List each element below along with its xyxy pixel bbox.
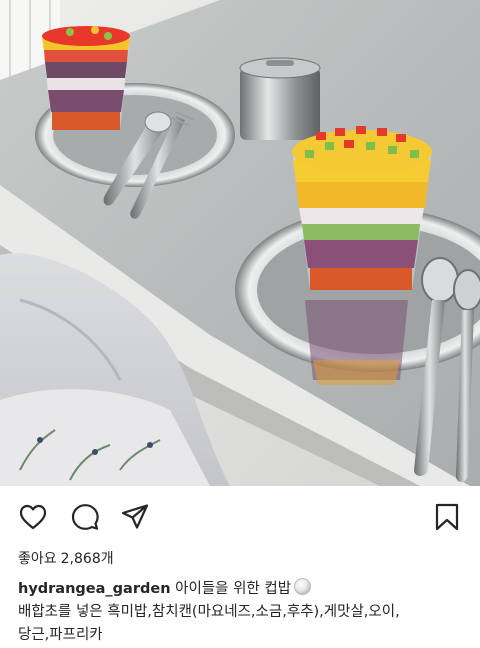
post-action-bar	[0, 486, 480, 546]
bookmark-icon[interactable]	[432, 502, 462, 532]
like-count[interactable]: 좋아요 2,868개	[18, 548, 114, 568]
heart-icon[interactable]	[18, 502, 48, 532]
photo-illustration	[0, 0, 480, 486]
likes-label: 좋아요	[18, 551, 57, 567]
send-icon[interactable]	[120, 502, 150, 532]
rice-ball-emoji	[294, 578, 312, 595]
post-caption: hydrangea_garden 아이들을 위한 컵밥 배합초를 넣은 흑미밥,…	[18, 578, 468, 647]
likes-count: 2,868개	[60, 551, 114, 567]
caption-title: 아이들을 위한 컵밥	[175, 581, 292, 597]
caption-line-1: hydrangea_garden 아이들을 위한 컵밥	[18, 578, 468, 601]
caption-line-2: 배합초를 넣은 흑미밥,참치캔(마요네즈,소금,후추),게맛살,오이,	[18, 604, 400, 620]
post-photo[interactable]	[0, 0, 480, 486]
comment-icon[interactable]	[70, 502, 100, 532]
caption-line-3: 당근,파프리카	[18, 627, 103, 643]
username-link[interactable]: hydrangea_garden	[18, 581, 171, 597]
